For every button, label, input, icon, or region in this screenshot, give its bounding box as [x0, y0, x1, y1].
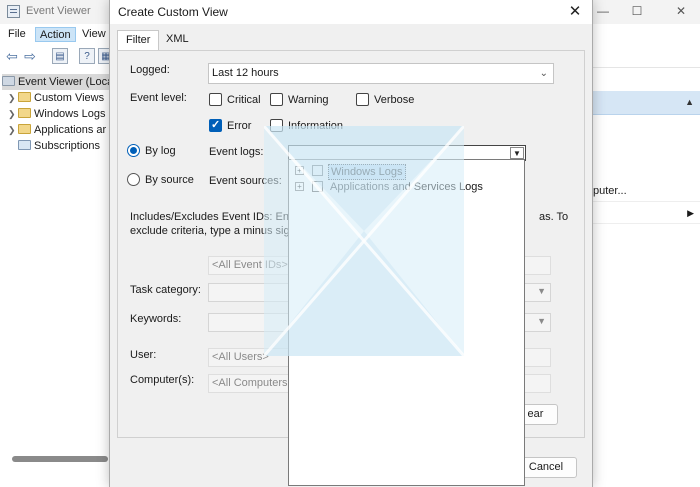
subscriptions-icon — [18, 140, 31, 150]
tab-filter[interactable]: Filter — [117, 30, 160, 51]
chevron-down-icon: ⌄ — [539, 68, 548, 79]
action-item[interactable]: puter... — [593, 180, 700, 202]
chevron-down-icon[interactable]: ▼ — [510, 147, 524, 159]
folder-icon — [18, 92, 31, 102]
tree-item-label: Windows Logs — [34, 108, 106, 120]
tree-item-applications[interactable]: ❯ Applications ar — [8, 122, 106, 138]
chevron-down-icon: ▼ — [537, 286, 546, 296]
critical-label: Critical — [227, 94, 261, 106]
console-tree: Event Viewer (Local ❯ Custom Views ❯ Windo… — [0, 70, 116, 460]
event-logs-label: Event logs: — [209, 146, 264, 158]
information-checkbox[interactable] — [270, 119, 283, 132]
includes-text-line1-tail: as. To — [539, 211, 569, 223]
expand-plus-icon[interactable]: + — [295, 166, 304, 175]
cancel-button-label: Cancel — [528, 461, 564, 473]
tree-item-label: Custom Views — [34, 92, 105, 104]
dropdown-item-applications-services-logs[interactable]: + Applications and Services Logs — [293, 180, 521, 194]
applications-services-logs-checkbox[interactable] — [312, 181, 323, 192]
windows-logs-checkbox[interactable] — [312, 165, 323, 176]
chevron-down-icon: ▼ — [537, 316, 546, 326]
tree-item-label: Subscriptions — [34, 140, 101, 152]
event-viewer-node-icon — [2, 76, 15, 86]
horizontal-scrollbar[interactable] — [12, 456, 108, 462]
create-custom-view-dialog: Create Custom View ✕ Filter XML Logged: … — [109, 0, 593, 487]
window-title: Event Viewer — [26, 5, 91, 17]
submenu-arrow-icon: ▶ — [687, 208, 694, 218]
tab-xml[interactable]: XML — [158, 30, 197, 50]
toolbar: ⇦ ⇨ ▤ ? ▦ — [0, 44, 114, 68]
dialog-title-bar: Create Custom View ✕ — [110, 0, 592, 24]
includes-text-line1: Includes/Excludes Event IDs: Enter — [130, 211, 302, 223]
forward-arrow-icon[interactable]: ⇨ — [22, 48, 38, 64]
dialog-title: Create Custom View — [118, 5, 228, 19]
event-level-label: Event level: — [130, 92, 187, 104]
by-log-label: By log — [145, 145, 176, 157]
chevron-right-icon[interactable]: ❯ — [8, 90, 18, 106]
collapse-up-icon[interactable]: ▲ — [685, 97, 694, 107]
expand-plus-icon[interactable]: + — [295, 182, 304, 191]
chevron-right-icon[interactable]: ❯ — [8, 122, 18, 138]
verbose-label: Verbose — [374, 94, 415, 106]
tree-item-subscriptions[interactable]: Subscriptions — [18, 138, 100, 154]
tree-item-windows-logs[interactable]: ❯ Windows Logs — [8, 106, 106, 122]
critical-checkbox[interactable] — [209, 93, 222, 106]
maximize-icon[interactable]: ☐ — [628, 3, 646, 19]
error-checkbox[interactable] — [209, 118, 222, 132]
by-source-label: By source — [145, 174, 194, 186]
minimize-icon[interactable]: — — [594, 3, 612, 19]
logged-select[interactable]: Last 12 hours ⌄ — [208, 63, 554, 84]
help-icon[interactable]: ? — [79, 48, 95, 64]
actions-header[interactable]: ▲ — [593, 91, 700, 115]
folder-icon — [18, 124, 31, 134]
keywords-label: Keywords: — [130, 313, 182, 325]
dropdown-item-windows-logs[interactable]: + Windows Logs — [293, 164, 493, 180]
computers-label: Computer(s): — [130, 374, 195, 386]
applications-services-logs-label: Applications and Services Logs — [330, 181, 483, 193]
action-item-submenu[interactable]: ▶ — [593, 202, 700, 224]
error-label: Error — [227, 120, 252, 132]
includes-text-line2: exclude criteria, type a minus sign — [130, 225, 296, 237]
warning-checkbox[interactable] — [270, 93, 283, 106]
menu-action[interactable]: Action — [35, 27, 76, 42]
back-arrow-icon[interactable]: ⇦ — [4, 48, 20, 64]
task-category-label: Task category: — [130, 284, 201, 296]
information-label: Information — [288, 120, 344, 132]
clear-button-label: ear — [527, 408, 544, 420]
computers-placeholder: <All Computers> — [212, 377, 294, 389]
event-viewer-icon — [7, 5, 20, 18]
chevron-right-icon[interactable]: ❯ — [8, 106, 18, 122]
user-placeholder: <All Users> — [212, 351, 269, 363]
by-log-radio[interactable] — [127, 144, 140, 157]
verbose-checkbox[interactable] — [356, 93, 369, 106]
tree-item-label: Applications ar — [34, 124, 107, 136]
actions-search-area — [593, 44, 700, 68]
warning-label: Warning — [288, 94, 329, 106]
event-logs-dropdown: + Windows Logs + Applications and Servic… — [288, 159, 525, 486]
folder-icon — [18, 108, 31, 118]
tree-item-event-viewer-local[interactable]: Event Viewer (Local — [2, 74, 116, 90]
event-sources-label: Event sources: — [209, 175, 282, 187]
actions-pane: ▲ puter... ▶ — [593, 44, 700, 487]
close-icon[interactable]: ✕ — [566, 2, 584, 20]
console-tree-icon[interactable]: ▤ — [52, 48, 68, 64]
menu-file[interactable]: File — [4, 27, 30, 42]
by-source-radio[interactable] — [127, 173, 140, 186]
action-item-label: puter... — [593, 185, 627, 197]
logged-label: Logged: — [130, 64, 170, 76]
windows-logs-label: Windows Logs — [328, 164, 406, 180]
tree-item-label: Event Viewer (Local — [18, 76, 116, 88]
event-ids-placeholder: <All Event IDs> — [212, 259, 288, 271]
menu-view[interactable]: View — [78, 27, 110, 42]
logged-value: Last 12 hours — [212, 67, 279, 79]
user-label: User: — [130, 349, 157, 361]
tree-item-custom-views[interactable]: ❯ Custom Views — [8, 90, 104, 106]
close-window-icon[interactable]: ✕ — [672, 3, 690, 19]
